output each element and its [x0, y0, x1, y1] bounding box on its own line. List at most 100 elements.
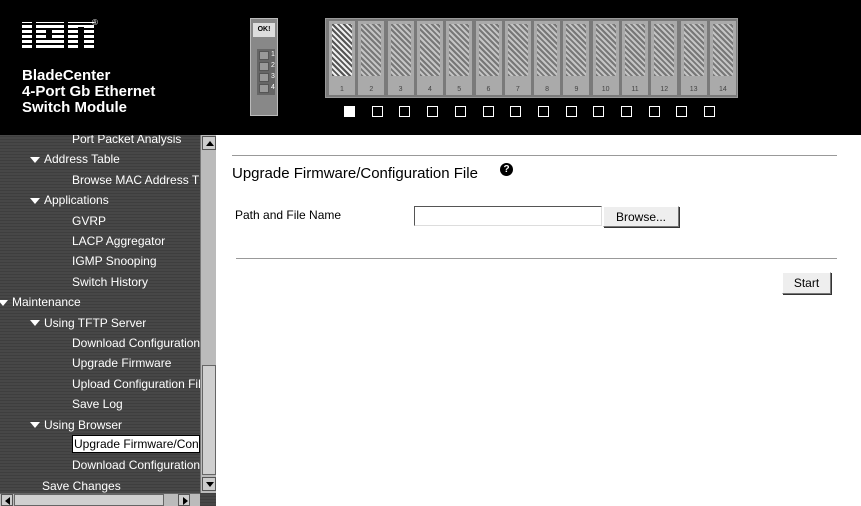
port-number: 4	[271, 84, 275, 91]
nav-item-label: Browse MAC Address T	[72, 172, 200, 187]
bay-select-box-10[interactable]	[593, 106, 605, 117]
nav-item-applications[interactable]: Applications	[30, 190, 109, 210]
bay-vent-grille	[390, 24, 411, 76]
blade-bay-9[interactable]: 9	[563, 21, 590, 95]
bay-number: 10	[601, 86, 610, 93]
scroll-thumb[interactable]	[14, 494, 164, 506]
bay-select-box-11[interactable]	[621, 106, 632, 117]
scroll-up-button[interactable]	[202, 136, 216, 150]
bay-number: 6	[486, 86, 491, 93]
scroll-left-button[interactable]	[1, 494, 13, 506]
bay-select-box-4[interactable]	[427, 106, 439, 117]
blade-bay-6[interactable]: 6	[475, 21, 502, 95]
bay-number: 11	[631, 86, 639, 93]
scroll-down-button[interactable]	[202, 477, 216, 491]
bay-select-box-9[interactable]	[565, 106, 577, 117]
bay-number: 9	[574, 86, 579, 93]
bay-select-box-3[interactable]	[399, 106, 411, 117]
nav-item-label: Applications	[44, 193, 109, 208]
nav-item-browse-mac-address-t[interactable]: Browse MAC Address T	[72, 170, 199, 190]
nav-item-download-configuration[interactable]: Download Configuration	[72, 333, 200, 353]
nav-item-label: Using Browser	[44, 417, 123, 432]
nav-item-label: Address Table	[44, 152, 120, 167]
blade-bay-2[interactable]: 2	[358, 21, 385, 95]
nav-item-upgrade-firmware-conf[interactable]: Upgrade Firmware/Conf	[72, 435, 200, 453]
bay-vent-grille	[712, 24, 733, 76]
nav-item-using-browser[interactable]: Using Browser	[30, 415, 122, 435]
nav-item-download-configuration[interactable]: Download Configuration	[72, 455, 200, 475]
nav-item-igmp-snooping[interactable]: IGMP Snooping	[72, 251, 157, 271]
nav-item-upload-configuration-fil[interactable]: Upload Configuration Fil	[72, 374, 200, 394]
ibm-logo	[22, 22, 102, 52]
arrow-up-icon	[206, 141, 214, 146]
bay-number: 1	[340, 86, 344, 93]
nav-item-save-log[interactable]: Save Log	[72, 394, 123, 414]
bay-vent-grille	[361, 24, 382, 76]
nav-item-label: Upgrade Firmware	[72, 356, 172, 371]
browse-button[interactable]: Browse...	[603, 206, 679, 227]
nav-item-port-packet-analysis[interactable]: Port Packet Analysis	[72, 135, 181, 149]
bay-number: 7	[515, 86, 520, 93]
bay-select-box-6[interactable]	[482, 106, 494, 117]
nav-item-label: Maintenance	[12, 295, 81, 310]
nav-item-gvrp[interactable]: GVRP	[72, 211, 106, 231]
expand-triangle-icon	[30, 422, 40, 429]
port-4[interactable]	[259, 84, 269, 93]
nav-item-label: Port Packet Analysis	[72, 135, 182, 146]
page-title: Upgrade Firmware/Configuration File	[232, 165, 478, 182]
top-divider	[232, 155, 837, 156]
nav-item-using-tftp-server[interactable]: Using TFTP Server	[30, 313, 146, 333]
sidebar-horizontal-scrollbar[interactable]	[0, 493, 200, 506]
nav-item-maintenance[interactable]: Maintenance	[0, 292, 81, 312]
start-button[interactable]: Start	[782, 272, 831, 294]
product-name: BladeCenter 4-Port Gb Ethernet Switch Mo…	[22, 68, 155, 116]
bay-number: 3	[398, 86, 403, 93]
bay-select-box-8[interactable]	[537, 106, 549, 117]
blade-bay-4[interactable]: 4	[416, 21, 443, 95]
nav-item-label: Using TFTP Server	[44, 315, 147, 330]
bay-select-box-5[interactable]	[454, 106, 466, 117]
bay-vent-grille	[683, 24, 704, 76]
blade-bay-13[interactable]: 13	[680, 21, 707, 95]
bay-select-box-7[interactable]	[510, 106, 522, 117]
nav-item-label: Download Configuration	[72, 336, 200, 350]
port-2[interactable]	[259, 62, 269, 71]
scroll-thumb[interactable]	[202, 365, 216, 475]
blade-bay-3[interactable]: 3	[387, 21, 414, 95]
bay-select-box-2[interactable]	[371, 106, 383, 117]
product-line-3: Switch Module	[22, 99, 127, 116]
bay-select-box-1[interactable]	[344, 106, 355, 117]
bay-number: 5	[457, 86, 462, 93]
blade-bay-14[interactable]: 14	[709, 21, 736, 95]
bay-number: 8	[545, 86, 550, 93]
bay-vent-grille	[595, 24, 616, 76]
file-path-input[interactable]	[414, 206, 602, 226]
blade-bay-10[interactable]: 10	[592, 21, 619, 95]
switch-module-panel[interactable]: OK! 1 2 3 4	[250, 18, 278, 116]
blade-bay-12[interactable]: 12	[651, 21, 678, 95]
scroll-right-button[interactable]	[178, 494, 190, 506]
blade-bay-11[interactable]: 11	[622, 21, 648, 95]
bay-select-box-14[interactable]	[704, 106, 716, 117]
help-icon[interactable]: ?	[500, 163, 513, 176]
nav-item-switch-history[interactable]: Switch History	[72, 272, 148, 292]
nav-item-upgrade-firmware[interactable]: Upgrade Firmware	[72, 353, 171, 373]
bay-number: 12	[660, 86, 669, 93]
sidebar-vertical-scrollbar[interactable]	[200, 135, 216, 493]
bay-select-box-12[interactable]	[648, 106, 660, 117]
bay-vent-grille	[566, 24, 587, 76]
port-number: 1	[271, 51, 275, 58]
bay-select-box-13[interactable]	[676, 106, 688, 117]
arrow-left-icon	[5, 497, 10, 505]
blade-bay-5[interactable]: 5	[446, 21, 473, 95]
port-number: 2	[271, 62, 275, 69]
blade-bay-8[interactable]: 8	[534, 21, 561, 95]
nav-item-lacp-aggregator[interactable]: LACP Aggregator	[72, 231, 165, 251]
nav-item-address-table[interactable]: Address Table	[30, 149, 120, 169]
bay-number: 14	[718, 86, 727, 93]
port-1[interactable]	[259, 51, 269, 60]
blade-bay-7[interactable]: 7	[504, 21, 531, 95]
blade-bay-1[interactable]: 1	[329, 21, 355, 95]
bay-vent-grille	[419, 24, 440, 76]
port-3[interactable]	[259, 73, 269, 82]
